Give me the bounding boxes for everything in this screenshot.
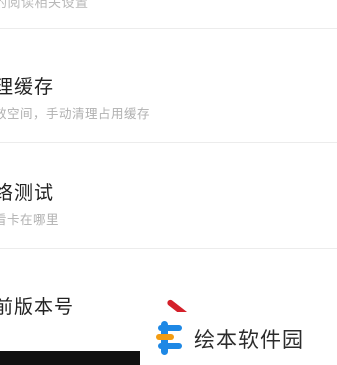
settings-item-reading-desc: 的阅读相关设置 — [0, 0, 89, 11]
watermark-logo-icon — [156, 321, 182, 355]
settings-screen: 的阅读相关设置 理缓存 效空间，手动清理占用缓存 络测试 看卡在哪里 前版本号 … — [0, 0, 337, 365]
network-test-title: 络测试 — [0, 182, 55, 204]
clear-cache-title: 理缓存 — [0, 76, 55, 98]
settings-item-network-test[interactable]: 络测试 看卡在哪里 — [0, 178, 337, 248]
divider — [0, 142, 337, 143]
current-version-title: 前版本号 — [0, 296, 75, 318]
bottom-navigation-bar — [0, 351, 140, 365]
settings-item-reading[interactable]: 的阅读相关设置 — [0, 0, 337, 22]
divider — [0, 248, 337, 249]
network-test-subtitle: 看卡在哪里 — [0, 212, 60, 227]
watermark: 绘本软件园 — [140, 312, 337, 365]
watermark-text: 绘本软件园 — [194, 328, 304, 352]
clear-cache-subtitle: 效空间，手动清理占用缓存 — [0, 106, 151, 121]
divider — [0, 28, 337, 29]
settings-list: 的阅读相关设置 理缓存 效空间，手动清理占用缓存 络测试 看卡在哪里 前版本号 — [0, 0, 337, 365]
settings-item-clear-cache[interactable]: 理缓存 效空间，手动清理占用缓存 — [0, 72, 337, 142]
